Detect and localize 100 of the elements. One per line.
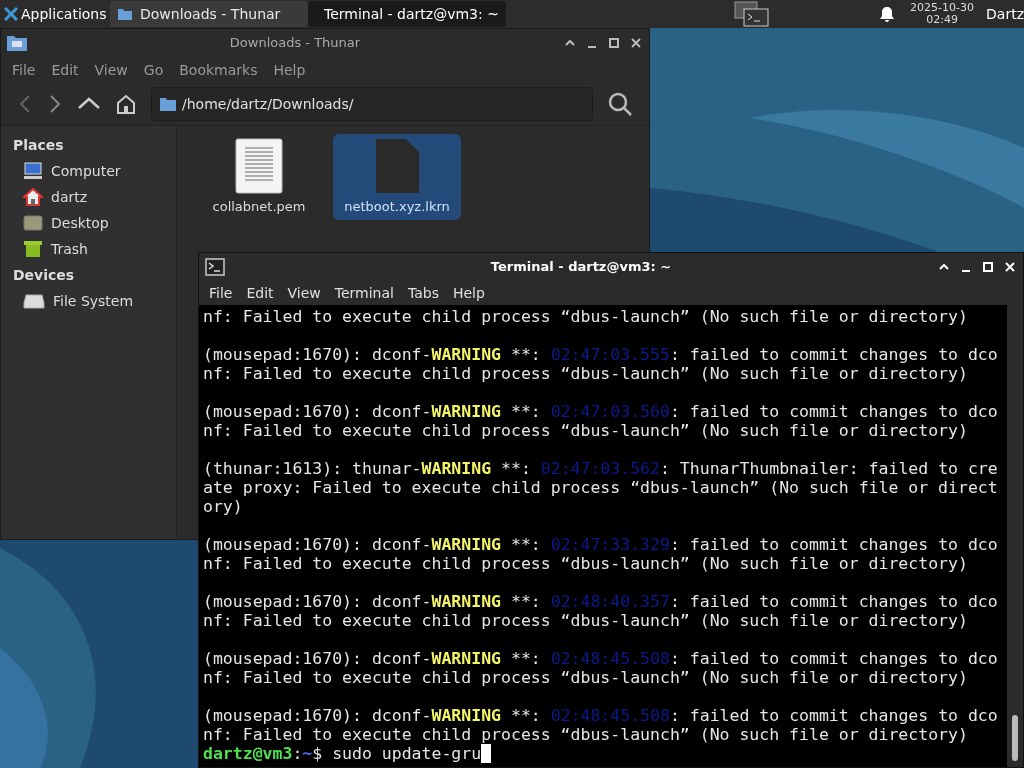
terminal-text: **: bbox=[509, 345, 542, 364]
workspace-switcher-icon[interactable] bbox=[734, 1, 771, 27]
menu-item[interactable]: Go bbox=[136, 59, 171, 81]
folder-icon bbox=[118, 8, 132, 20]
sidebar-heading: Places bbox=[12, 135, 65, 155]
menu-item[interactable]: View bbox=[281, 282, 327, 304]
terminal-text: : bbox=[292, 744, 303, 763]
timestamp: 02:47:03.555 bbox=[550, 345, 670, 364]
terminal-text: **: bbox=[509, 535, 542, 554]
warning-label: WARNING bbox=[431, 345, 502, 364]
prompt-path: ~ bbox=[302, 744, 313, 763]
close-icon[interactable] bbox=[1003, 260, 1017, 274]
sidebar-item[interactable]: Desktop bbox=[1, 210, 176, 236]
terminal-text: **: bbox=[509, 592, 542, 611]
terminal-text: (mousepad:1670): dconf- bbox=[203, 592, 432, 611]
prompt-user: dartz@vm3 bbox=[203, 744, 293, 763]
terminal-text: **: bbox=[509, 649, 542, 668]
taskbar-button[interactable]: Downloads - Thunar bbox=[110, 1, 308, 27]
terminal-text: nf: Failed to execute child process “dbus-launch” (No such file or directory) bbox=[203, 668, 968, 687]
mouse-logo-icon bbox=[4, 7, 18, 21]
terminal-text: nf: Failed to execute child process “dbus-launch” (No such file or directory) bbox=[203, 364, 968, 383]
file-name: collabnet.pem bbox=[212, 197, 306, 216]
house-icon bbox=[23, 188, 43, 206]
terminal-icon bbox=[205, 258, 225, 276]
sidebar-item[interactable]: dartz bbox=[1, 184, 176, 210]
maximize-icon[interactable] bbox=[607, 36, 621, 50]
computer-icon bbox=[23, 162, 43, 180]
menu-item[interactable]: Edit bbox=[240, 282, 280, 304]
path-text: /home/dartz/Downloads/ bbox=[182, 94, 354, 114]
window-title: Terminal - dartz@vm3: ~ bbox=[489, 258, 673, 277]
terminal-text: nf: Failed to execute child process “dbus-launch” (No such file or directory) bbox=[203, 421, 968, 440]
scrollbar[interactable] bbox=[1007, 305, 1023, 767]
menu-item[interactable]: Help bbox=[446, 282, 491, 304]
warning-label: WARNING bbox=[431, 592, 502, 611]
applications-menu[interactable]: Applications bbox=[0, 0, 110, 28]
clock-date: 2025-10-30 bbox=[910, 2, 975, 14]
terminal-text: (mousepad:1670): dconf- bbox=[203, 649, 432, 668]
warning-label: WARNING bbox=[431, 402, 502, 421]
timestamp: 02:47:03.562 bbox=[540, 459, 660, 478]
trash-icon bbox=[23, 240, 43, 258]
home-icon[interactable] bbox=[115, 93, 137, 115]
terminal-text: (mousepad:1670): dconf- bbox=[203, 706, 432, 725]
bell-icon[interactable] bbox=[880, 6, 895, 22]
warning-label: WARNING bbox=[431, 535, 502, 554]
search-icon[interactable] bbox=[607, 91, 633, 117]
sidebar-heading: Devices bbox=[12, 265, 76, 285]
taskbar-button[interactable]: Terminal - dartz@vm3: ~ bbox=[308, 1, 506, 27]
sidebar-item[interactable]: File System bbox=[1, 288, 176, 314]
window-title: Downloads - Thunar bbox=[228, 34, 362, 53]
warning-label: WARNING bbox=[431, 706, 502, 725]
menu-item[interactable]: View bbox=[87, 59, 135, 81]
terminal-text: (mousepad:1670): dconf- bbox=[203, 402, 432, 421]
menu-item[interactable]: Tabs bbox=[401, 282, 445, 304]
terminal-text: nf: Failed to execute child process “dbus-launch” (No such file or directory) bbox=[203, 554, 968, 573]
terminal-text: nf: Failed to execute child process “dbus-launch” (No such file or directory) bbox=[203, 725, 968, 744]
timestamp: 02:47:33.329 bbox=[550, 535, 670, 554]
warning-label: WARNING bbox=[421, 459, 492, 478]
timestamp: 02:48:45.508 bbox=[550, 706, 670, 725]
scrollbar-thumb[interactable] bbox=[1012, 715, 1018, 761]
forward-icon[interactable] bbox=[47, 94, 63, 114]
menu-item[interactable]: Terminal bbox=[328, 282, 400, 304]
terminal-text: (mousepad:1670): dconf- bbox=[203, 535, 432, 554]
folder-icon bbox=[160, 97, 176, 111]
menu-item[interactable]: File bbox=[203, 282, 239, 304]
warning-label: WARNING bbox=[431, 649, 502, 668]
menu-item[interactable]: Help bbox=[266, 59, 313, 81]
downloaded-file[interactable]: netboot.xyz.lkrn bbox=[333, 134, 461, 220]
terminal-text: $ sudo update-gru bbox=[312, 744, 482, 763]
terminal-text: ory) bbox=[203, 497, 243, 516]
maximize-icon[interactable] bbox=[981, 260, 995, 274]
desktop-icon bbox=[23, 214, 43, 232]
terminal-text: nf: Failed to execute child process “dbus-launch” (No such file or directory) bbox=[203, 611, 968, 630]
sidebar-item[interactable]: Computer bbox=[1, 158, 176, 184]
terminal-text: : failed to commit changes to dco bbox=[669, 706, 998, 725]
clock-time: 02:49 bbox=[926, 14, 958, 26]
menu-item[interactable]: Bookmarks bbox=[172, 59, 265, 81]
terminal-text: : failed to commit changes to dco bbox=[669, 592, 998, 611]
folder-icon bbox=[7, 34, 27, 52]
terminal-text: nf: Failed to execute child process “dbus-launch” (No such file or directory) bbox=[203, 307, 968, 326]
timestamp: 02:48:40.357 bbox=[550, 592, 670, 611]
sidebar-item[interactable]: Trash bbox=[1, 236, 176, 262]
file-name: netboot.xyz.lkrn bbox=[344, 197, 450, 216]
menu-item[interactable]: File bbox=[5, 59, 43, 81]
terminal-text: (mousepad:1670): dconf- bbox=[203, 345, 432, 364]
menu-item[interactable]: Edit bbox=[44, 59, 86, 81]
drive-icon bbox=[23, 292, 45, 310]
timestamp: 02:48:45.508 bbox=[550, 649, 670, 668]
terminal-text: ate proxy: Failed to execute child process “dbus-launch” (No such file or direct bbox=[203, 478, 998, 497]
downloaded-file[interactable]: collabnet.pem bbox=[195, 134, 323, 220]
user-name[interactable]: Dartz bbox=[986, 3, 1024, 25]
file-icon bbox=[374, 138, 420, 194]
close-icon[interactable] bbox=[629, 36, 643, 50]
location-field[interactable]: /home/dartz/Downloads/ bbox=[151, 87, 593, 121]
terminal-text: : failed to commit changes to dco bbox=[669, 535, 998, 554]
terminal-text: : failed to commit changes to dco bbox=[669, 649, 998, 668]
back-icon[interactable] bbox=[17, 94, 33, 114]
terminal-text: : failed to commit changes to dco bbox=[669, 345, 998, 364]
terminal-text: : ThunarThumbnailer: failed to cre bbox=[660, 459, 998, 478]
terminal-text: **: bbox=[500, 459, 532, 478]
terminal-text: **: bbox=[509, 706, 542, 725]
